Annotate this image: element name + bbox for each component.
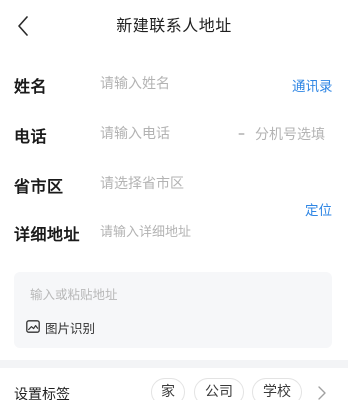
phone-label: 电话 bbox=[14, 127, 48, 146]
address-label: 详细地址 bbox=[14, 225, 81, 244]
page-title: 新建联系人地址 bbox=[116, 16, 232, 35]
header-bar: 新建联系人地址 bbox=[0, 0, 348, 50]
new-contact-address-page: 新建联系人地址 姓名 通讯录 电话 – 分机号选填 省市区 定位 详细地址 输入… bbox=[0, 0, 348, 400]
name-input[interactable] bbox=[100, 73, 280, 95]
extension-placeholder: 分机号选填 bbox=[255, 127, 325, 143]
locate-link[interactable]: 定位 bbox=[305, 199, 332, 219]
paste-address-box[interactable]: 输入或粘贴地址 图片识别 bbox=[14, 272, 332, 348]
paste-address-placeholder[interactable]: 输入或粘贴地址 bbox=[30, 284, 118, 303]
image-icon bbox=[26, 318, 40, 337]
tags-label: 设置标签 bbox=[14, 387, 70, 400]
extension-dash: – bbox=[238, 126, 245, 142]
name-label: 姓名 bbox=[14, 77, 48, 96]
address-input[interactable] bbox=[100, 221, 280, 243]
tag-home-chip[interactable]: 家 bbox=[151, 378, 185, 400]
more-tags-button[interactable] bbox=[318, 385, 326, 400]
region-label: 省市区 bbox=[14, 177, 64, 196]
tag-school-chip[interactable]: 学校 bbox=[252, 378, 302, 400]
image-recognize-label: 图片识别 bbox=[45, 320, 96, 336]
image-recognize-button[interactable]: 图片识别 bbox=[26, 318, 95, 336]
contacts-link[interactable]: 通讯录 bbox=[292, 75, 333, 95]
chevron-right-icon bbox=[318, 385, 326, 400]
tag-company-chip[interactable]: 公司 bbox=[194, 378, 244, 400]
section-divider bbox=[0, 360, 348, 368]
extension-field[interactable]: – 分机号选填 bbox=[238, 123, 342, 145]
region-select[interactable] bbox=[100, 173, 280, 195]
phone-input[interactable] bbox=[100, 123, 225, 145]
